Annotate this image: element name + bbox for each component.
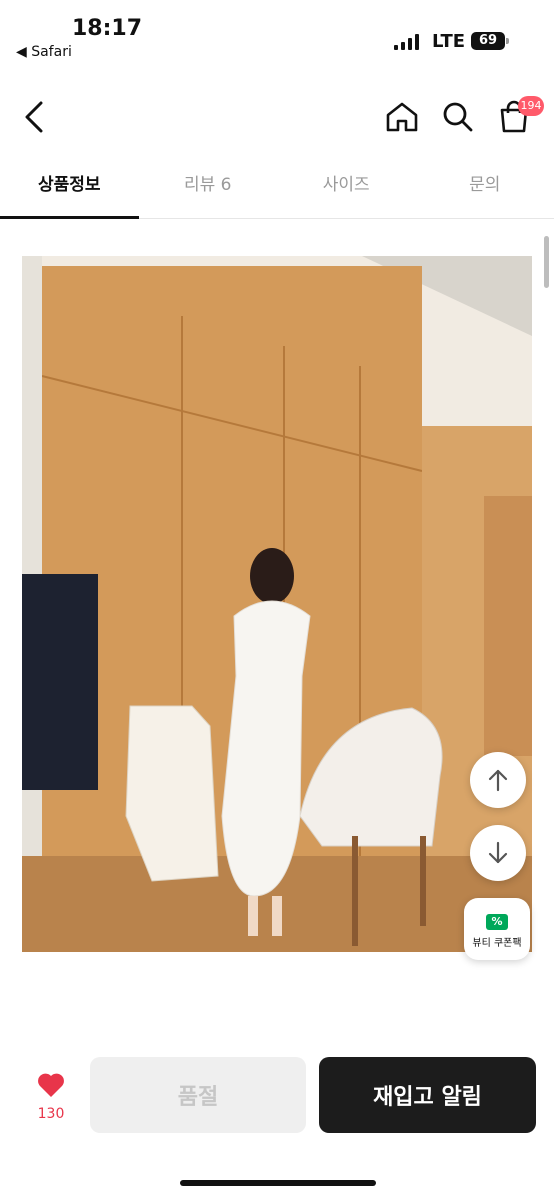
arrow-down-icon: [488, 841, 508, 864]
coupon-label: 뷰티 쿠폰팩: [472, 938, 522, 949]
scroll-down-button[interactable]: [470, 825, 526, 881]
battery-icon: 69: [471, 32, 505, 50]
tab-reviews[interactable]: 리뷰 6: [139, 162, 278, 218]
battery-tip: [506, 38, 509, 44]
beauty-coupon-pack-button[interactable]: % 뷰티 쿠폰팩: [464, 898, 530, 960]
heart-icon: [38, 1073, 64, 1097]
tab-size[interactable]: 사이즈: [277, 162, 416, 218]
coupon-icon: %: [486, 914, 508, 930]
search-icon: [443, 102, 473, 132]
back-to-safari-link[interactable]: ◀ Safari: [16, 44, 72, 60]
home-button[interactable]: [382, 97, 422, 137]
scroll-up-button[interactable]: [470, 752, 526, 808]
like-button[interactable]: 130: [30, 1072, 72, 1122]
home-icon: [386, 102, 418, 132]
back-button[interactable]: [14, 97, 54, 137]
soldout-button[interactable]: 품절: [90, 1057, 306, 1133]
restock-alert-button[interactable]: 재입고 알림: [319, 1057, 536, 1133]
tab-product-info[interactable]: 상품정보: [0, 162, 139, 219]
product-tabs: 상품정보 리뷰 6 사이즈 문의: [0, 162, 554, 219]
status-time: 18:17: [72, 16, 143, 41]
scrollbar[interactable]: [544, 236, 549, 288]
signal-icon: [394, 34, 419, 50]
search-button[interactable]: [438, 97, 478, 137]
chevron-left-icon: [25, 101, 43, 133]
product-photo: [22, 256, 532, 952]
like-count: 130: [37, 1106, 65, 1122]
home-indicator[interactable]: [180, 1180, 376, 1186]
arrow-up-icon: [488, 769, 508, 792]
network-type: LTE: [432, 31, 466, 52]
tab-inquiry[interactable]: 문의: [416, 162, 554, 218]
cart-count-badge: 194: [518, 96, 544, 116]
